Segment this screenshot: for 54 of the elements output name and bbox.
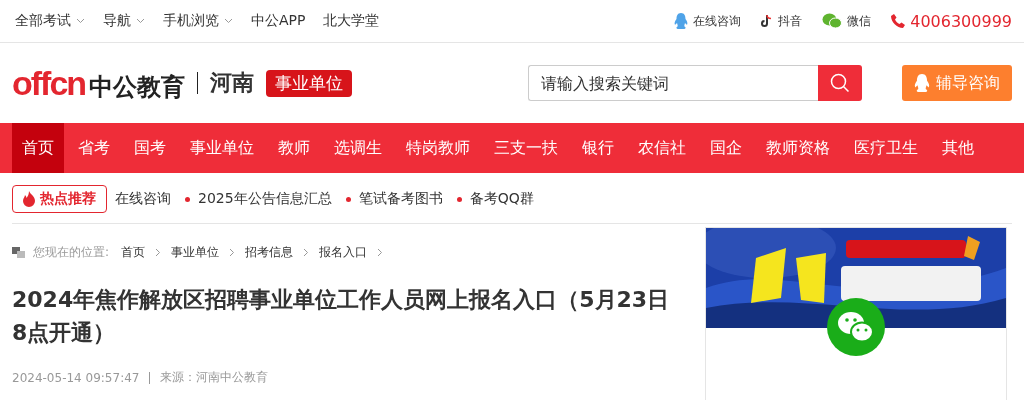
location-icon — [12, 247, 25, 258]
nav-tab[interactable]: 国考 — [124, 123, 176, 173]
nav-tab[interactable]: 医疗卫生 — [844, 123, 928, 173]
breadcrumb-link[interactable]: 首页 — [121, 244, 146, 261]
search-button[interactable] — [818, 65, 862, 101]
chevron-icon — [229, 248, 236, 257]
search-field[interactable]: 请输入搜索关键词 — [528, 65, 818, 101]
nav-tab[interactable]: 事业单位 — [180, 123, 264, 173]
penguin-icon — [674, 13, 689, 29]
channel-tag: 事业单位 — [266, 69, 353, 97]
hot-link[interactable]: 笔试备考图书 — [358, 190, 443, 208]
nav-tab[interactable]: 其他 — [932, 123, 984, 173]
breadcrumb-link[interactable]: 报名入口 — [319, 244, 368, 261]
search-icon — [830, 73, 850, 93]
breadcrumb-link[interactable]: 招考信息 — [245, 244, 294, 261]
article-title: 2024年焦作解放区招聘事业单位工作人员网上报名入口（5月23日8点开通） — [12, 286, 671, 347]
top-nav-link[interactable]: 手机浏览 — [163, 12, 233, 30]
nav-tab[interactable]: 特岗教师 — [396, 123, 480, 173]
top-nav-link[interactable]: 中公APP — [251, 12, 306, 30]
chevron-icon — [377, 248, 384, 257]
nav-tab[interactable]: 国企 — [700, 123, 752, 173]
top-nav-link[interactable]: 全部考试 — [15, 12, 85, 30]
publish-date: 2024-05-14 09:57:47 — [12, 370, 140, 385]
nav-tab[interactable]: 省考 — [68, 123, 120, 173]
nav-tab[interactable]: 农信社 — [628, 123, 696, 173]
phone-icon — [891, 14, 906, 28]
wechat-icon — [822, 13, 843, 29]
flame-icon — [23, 191, 35, 207]
site-logo[interactable]: offcn 中公教育 — [12, 63, 186, 103]
hot-badge: 热点推荐 — [12, 185, 107, 213]
chevron-icon — [303, 248, 310, 257]
hot-link[interactable]: 备考QQ群 — [469, 190, 534, 208]
hot-link[interactable]: 在线咨询 — [115, 190, 171, 208]
chevron-icon — [155, 248, 162, 257]
region-label: 河南 — [210, 69, 255, 97]
music-note-icon — [761, 14, 774, 28]
article-source: 来源：河南中公教育 — [160, 369, 269, 386]
breadcrumb-link[interactable]: 事业单位 — [171, 244, 220, 261]
breadcrumb-label: 您现在的位置: — [33, 244, 110, 261]
nav-tab[interactable]: 三支一扶 — [484, 123, 568, 173]
nav-tab[interactable]: 选调生 — [324, 123, 392, 173]
wechat-icon — [827, 298, 885, 356]
contact-link[interactable]: 在线咨询 — [674, 12, 742, 30]
penguin-icon — [914, 74, 930, 92]
nav-tab[interactable]: 首页 — [12, 123, 64, 173]
nav-tab[interactable]: 银行 — [572, 123, 624, 173]
contact-link[interactable]: 微信 — [822, 12, 872, 30]
hot-link[interactable]: 2025年公告信息汇总 — [198, 190, 332, 208]
top-nav-link[interactable]: 导航 — [103, 12, 145, 30]
contact-link[interactable]: 4006300999 — [891, 11, 1012, 31]
top-nav-link[interactable]: 北大学堂 — [323, 12, 380, 30]
contact-link[interactable]: 抖音 — [761, 12, 803, 30]
nav-tab[interactable]: 教师资格 — [756, 123, 840, 173]
nav-tab[interactable]: 教师 — [268, 123, 320, 173]
